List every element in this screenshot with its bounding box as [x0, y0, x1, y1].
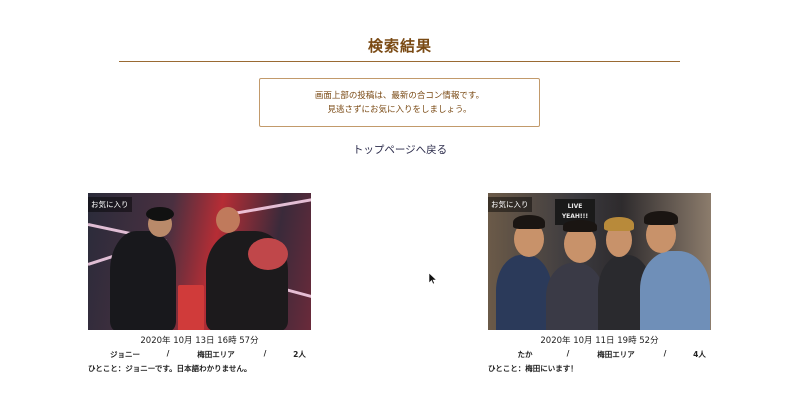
meta-separator: / — [166, 349, 170, 358]
post-area: 梅田エリア — [197, 350, 235, 359]
post-date: 2020年 10月 13日 16時 57分 — [140, 336, 259, 346]
meta-separator: / — [663, 349, 667, 358]
post-card: お気に入り 2020年 10月 13日 16時 57分 ジョニー / 梅田エリア… — [88, 193, 311, 374]
post-name: たか — [517, 350, 533, 359]
post-photo-image: LIVE YEAH!!! — [488, 193, 711, 330]
post-meta: たか / 梅田エリア / 4人 — [488, 349, 711, 360]
post-comment: ひとこと：梅田にいます！ — [488, 364, 578, 373]
meta-separator: / — [566, 349, 570, 358]
favorite-button[interactable]: お気に入り — [488, 197, 532, 212]
post-count: 2人 — [293, 350, 306, 359]
post-comment: ひとこと：ジョニーです。日本語わかりません。 — [88, 364, 252, 373]
mouse-pointer-icon — [429, 273, 437, 285]
post-photo[interactable]: お気に入り — [88, 193, 311, 330]
notice-box: 画面上部の投稿は、最新の合コン情報です。 見逃さずにお気に入りをしましょう。 — [259, 78, 540, 127]
post-photo[interactable]: LIVE YEAH!!! お気に入り — [488, 193, 711, 330]
back-to-top-link[interactable]: トップページへ戻る — [0, 142, 800, 157]
post-name: ジョニー — [110, 350, 140, 359]
post-area: 梅田エリア — [597, 350, 635, 359]
notice-line-1: 画面上部の投稿は、最新の合コン情報です。 — [314, 90, 485, 101]
post-meta: ジョニー / 梅田エリア / 2人 — [88, 349, 311, 360]
page-title: 検索結果 — [367, 37, 432, 55]
notice-line-2: 見逃さずにお気に入りをしましょう。 — [327, 104, 472, 115]
post-count: 4人 — [693, 350, 706, 359]
favorite-button[interactable]: お気に入り — [88, 197, 132, 212]
meta-separator: / — [263, 349, 267, 358]
post-card: LIVE YEAH!!! お気に入り 2020年 10月 11日 19時 52分… — [488, 193, 711, 374]
post-photo-image — [88, 193, 311, 330]
post-date: 2020年 10月 11日 19時 52分 — [540, 336, 659, 346]
title-divider — [119, 61, 680, 62]
